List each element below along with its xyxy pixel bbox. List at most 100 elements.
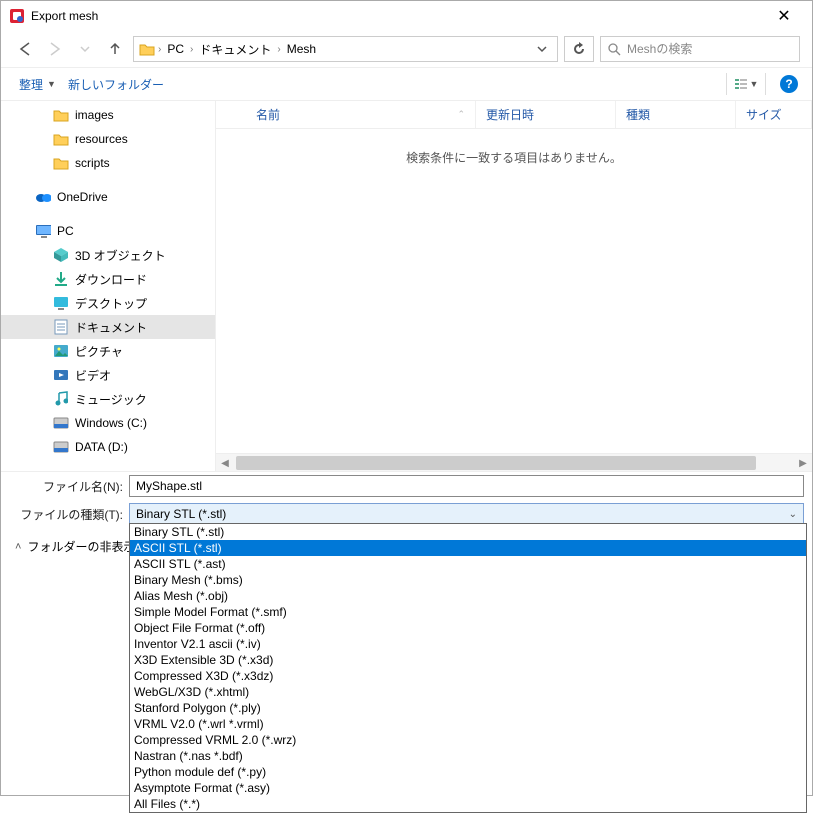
tree-node[interactable]: Windows (C:): [1, 411, 215, 435]
address-dropdown-icon[interactable]: [531, 44, 553, 54]
tree-node-label: DATA (D:): [75, 440, 128, 454]
filetype-label: ファイルの種類(T):: [1, 506, 129, 523]
filetype-option[interactable]: Compressed VRML 2.0 (*.wrz): [130, 732, 806, 748]
up-button[interactable]: [103, 37, 127, 61]
tree-node[interactable]: PC: [1, 219, 215, 243]
view-options-button[interactable]: ▼: [726, 73, 766, 95]
download-icon: [53, 271, 69, 287]
tree-node[interactable]: ビデオ: [1, 363, 215, 387]
filetype-option[interactable]: Compressed X3D (*.x3dz): [130, 668, 806, 684]
tree-node-label: 3D オブジェクト: [75, 247, 166, 264]
recent-dropdown-icon[interactable]: [73, 37, 97, 61]
tree-node[interactable]: ミュージック: [1, 387, 215, 411]
empty-message: 検索条件に一致する項目はありません。: [216, 129, 812, 453]
pic-icon: [53, 343, 69, 359]
scroll-left-icon[interactable]: ◀: [216, 454, 234, 472]
doc-icon: [53, 319, 69, 335]
back-button[interactable]: [13, 37, 37, 61]
title-bar: Export mesh ✕: [1, 1, 812, 31]
filetype-dropdown[interactable]: Binary STL (*.stl)ASCII STL (*.stl)ASCII…: [129, 523, 807, 813]
address-bar[interactable]: › PC › ドキュメント › Mesh: [133, 36, 558, 62]
breadcrumb-mesh[interactable]: Mesh: [283, 42, 320, 56]
tree-node-label: ダウンロード: [75, 271, 147, 288]
disk-icon: [53, 439, 69, 455]
chevron-right-icon[interactable]: ›: [158, 44, 161, 55]
search-box[interactable]: [600, 36, 800, 62]
filename-input[interactable]: [129, 475, 804, 497]
file-list-pane: 名前⌃ 更新日時 種類 サイズ 検索条件に一致する項目はありません。 ◀ ▶: [216, 101, 812, 471]
column-headers: 名前⌃ 更新日時 種類 サイズ: [216, 101, 812, 129]
column-kind[interactable]: 種類: [616, 101, 736, 128]
horizontal-scrollbar[interactable]: ◀ ▶: [216, 453, 812, 471]
scroll-right-icon[interactable]: ▶: [794, 454, 812, 472]
folder-icon: [138, 40, 156, 58]
chevron-right-icon[interactable]: ›: [277, 44, 280, 55]
refresh-button[interactable]: [564, 36, 594, 62]
breadcrumb-pc[interactable]: PC: [163, 42, 188, 56]
tree-node-label: ビデオ: [75, 367, 111, 384]
tree-node-label: PC: [57, 224, 74, 238]
onedrive-icon: [35, 189, 51, 205]
tree-node[interactable]: DATA (D:): [1, 435, 215, 459]
filetype-option[interactable]: Nastran (*.nas *.bdf): [130, 748, 806, 764]
save-form: ファイル名(N): ファイルの種類(T): Binary STL (*.stl)…: [1, 471, 812, 528]
filetype-value: Binary STL (*.stl): [136, 507, 789, 521]
tree-node-label: ピクチャ: [75, 343, 123, 360]
breadcrumb-documents[interactable]: ドキュメント: [195, 41, 275, 58]
tree-node[interactable]: ピクチャ: [1, 339, 215, 363]
toolbar: 整理▼ 新しいフォルダー ▼ ?: [1, 67, 812, 101]
column-size[interactable]: サイズ: [736, 101, 812, 128]
filetype-option[interactable]: Alias Mesh (*.obj): [130, 588, 806, 604]
filetype-option[interactable]: Python module def (*.py): [130, 764, 806, 780]
filetype-option[interactable]: Asymptote Format (*.asy): [130, 780, 806, 796]
help-icon[interactable]: ?: [780, 75, 798, 93]
tree-node-label: OneDrive: [57, 190, 108, 204]
search-icon: [607, 42, 621, 56]
filetype-option[interactable]: ASCII STL (*.ast): [130, 556, 806, 572]
tree-node[interactable]: ドキュメント: [1, 315, 215, 339]
filetype-option[interactable]: WebGL/X3D (*.xhtml): [130, 684, 806, 700]
tree-node[interactable]: images: [1, 103, 215, 127]
tree-node-label: デスクトップ: [75, 295, 147, 312]
chevron-right-icon[interactable]: ›: [190, 44, 193, 55]
tree-node-label: ミュージック: [75, 391, 147, 408]
filetype-option[interactable]: ASCII STL (*.stl): [130, 540, 806, 556]
hide-folders-label: フォルダーの非表示: [27, 538, 135, 555]
filetype-option[interactable]: All Files (*.*): [130, 796, 806, 812]
tree-node[interactable]: resources: [1, 127, 215, 151]
app-icon: [9, 8, 25, 24]
close-icon[interactable]: ✕: [764, 6, 804, 26]
folder-tree[interactable]: images resources scripts OneDrive PC3D オブジェク…: [1, 101, 216, 471]
filetype-combo[interactable]: Binary STL (*.stl) ⌄: [129, 503, 804, 525]
chevron-down-icon: ⌄: [789, 509, 797, 520]
tree-node-label: Windows (C:): [75, 416, 147, 430]
filetype-option[interactable]: VRML V2.0 (*.wrl *.vrml): [130, 716, 806, 732]
tree-node-label: scripts: [75, 156, 110, 170]
folder-icon: [53, 131, 69, 147]
filetype-option[interactable]: Binary STL (*.stl): [130, 524, 806, 540]
tree-node[interactable]: 3D オブジェクト: [1, 243, 215, 267]
search-input[interactable]: [627, 42, 793, 56]
filetype-option[interactable]: Simple Model Format (*.smf): [130, 604, 806, 620]
tree-node[interactable]: OneDrive: [1, 185, 215, 209]
tree-node[interactable]: scripts: [1, 151, 215, 175]
tree-node[interactable]: ダウンロード: [1, 267, 215, 291]
forward-button[interactable]: [43, 37, 67, 61]
tree-node-label: ドキュメント: [75, 319, 147, 336]
tree-node[interactable]: デスクトップ: [1, 291, 215, 315]
video-icon: [53, 367, 69, 383]
column-name[interactable]: 名前⌃: [216, 101, 476, 128]
filetype-option[interactable]: Binary Mesh (*.bms): [130, 572, 806, 588]
filetype-option[interactable]: X3D Extensible 3D (*.x3d): [130, 652, 806, 668]
organize-button[interactable]: 整理▼: [15, 74, 60, 95]
desktop-icon: [53, 295, 69, 311]
filetype-option[interactable]: Stanford Polygon (*.ply): [130, 700, 806, 716]
scroll-thumb[interactable]: [236, 456, 756, 470]
tree-node-label: resources: [75, 132, 128, 146]
filetype-option[interactable]: Object File Format (*.off): [130, 620, 806, 636]
navigation-bar: › PC › ドキュメント › Mesh: [1, 31, 812, 67]
new-folder-button[interactable]: 新しいフォルダー: [64, 74, 168, 95]
filetype-option[interactable]: Inventor V2.1 ascii (*.iv): [130, 636, 806, 652]
column-date[interactable]: 更新日時: [476, 101, 616, 128]
filename-label: ファイル名(N):: [1, 478, 129, 495]
